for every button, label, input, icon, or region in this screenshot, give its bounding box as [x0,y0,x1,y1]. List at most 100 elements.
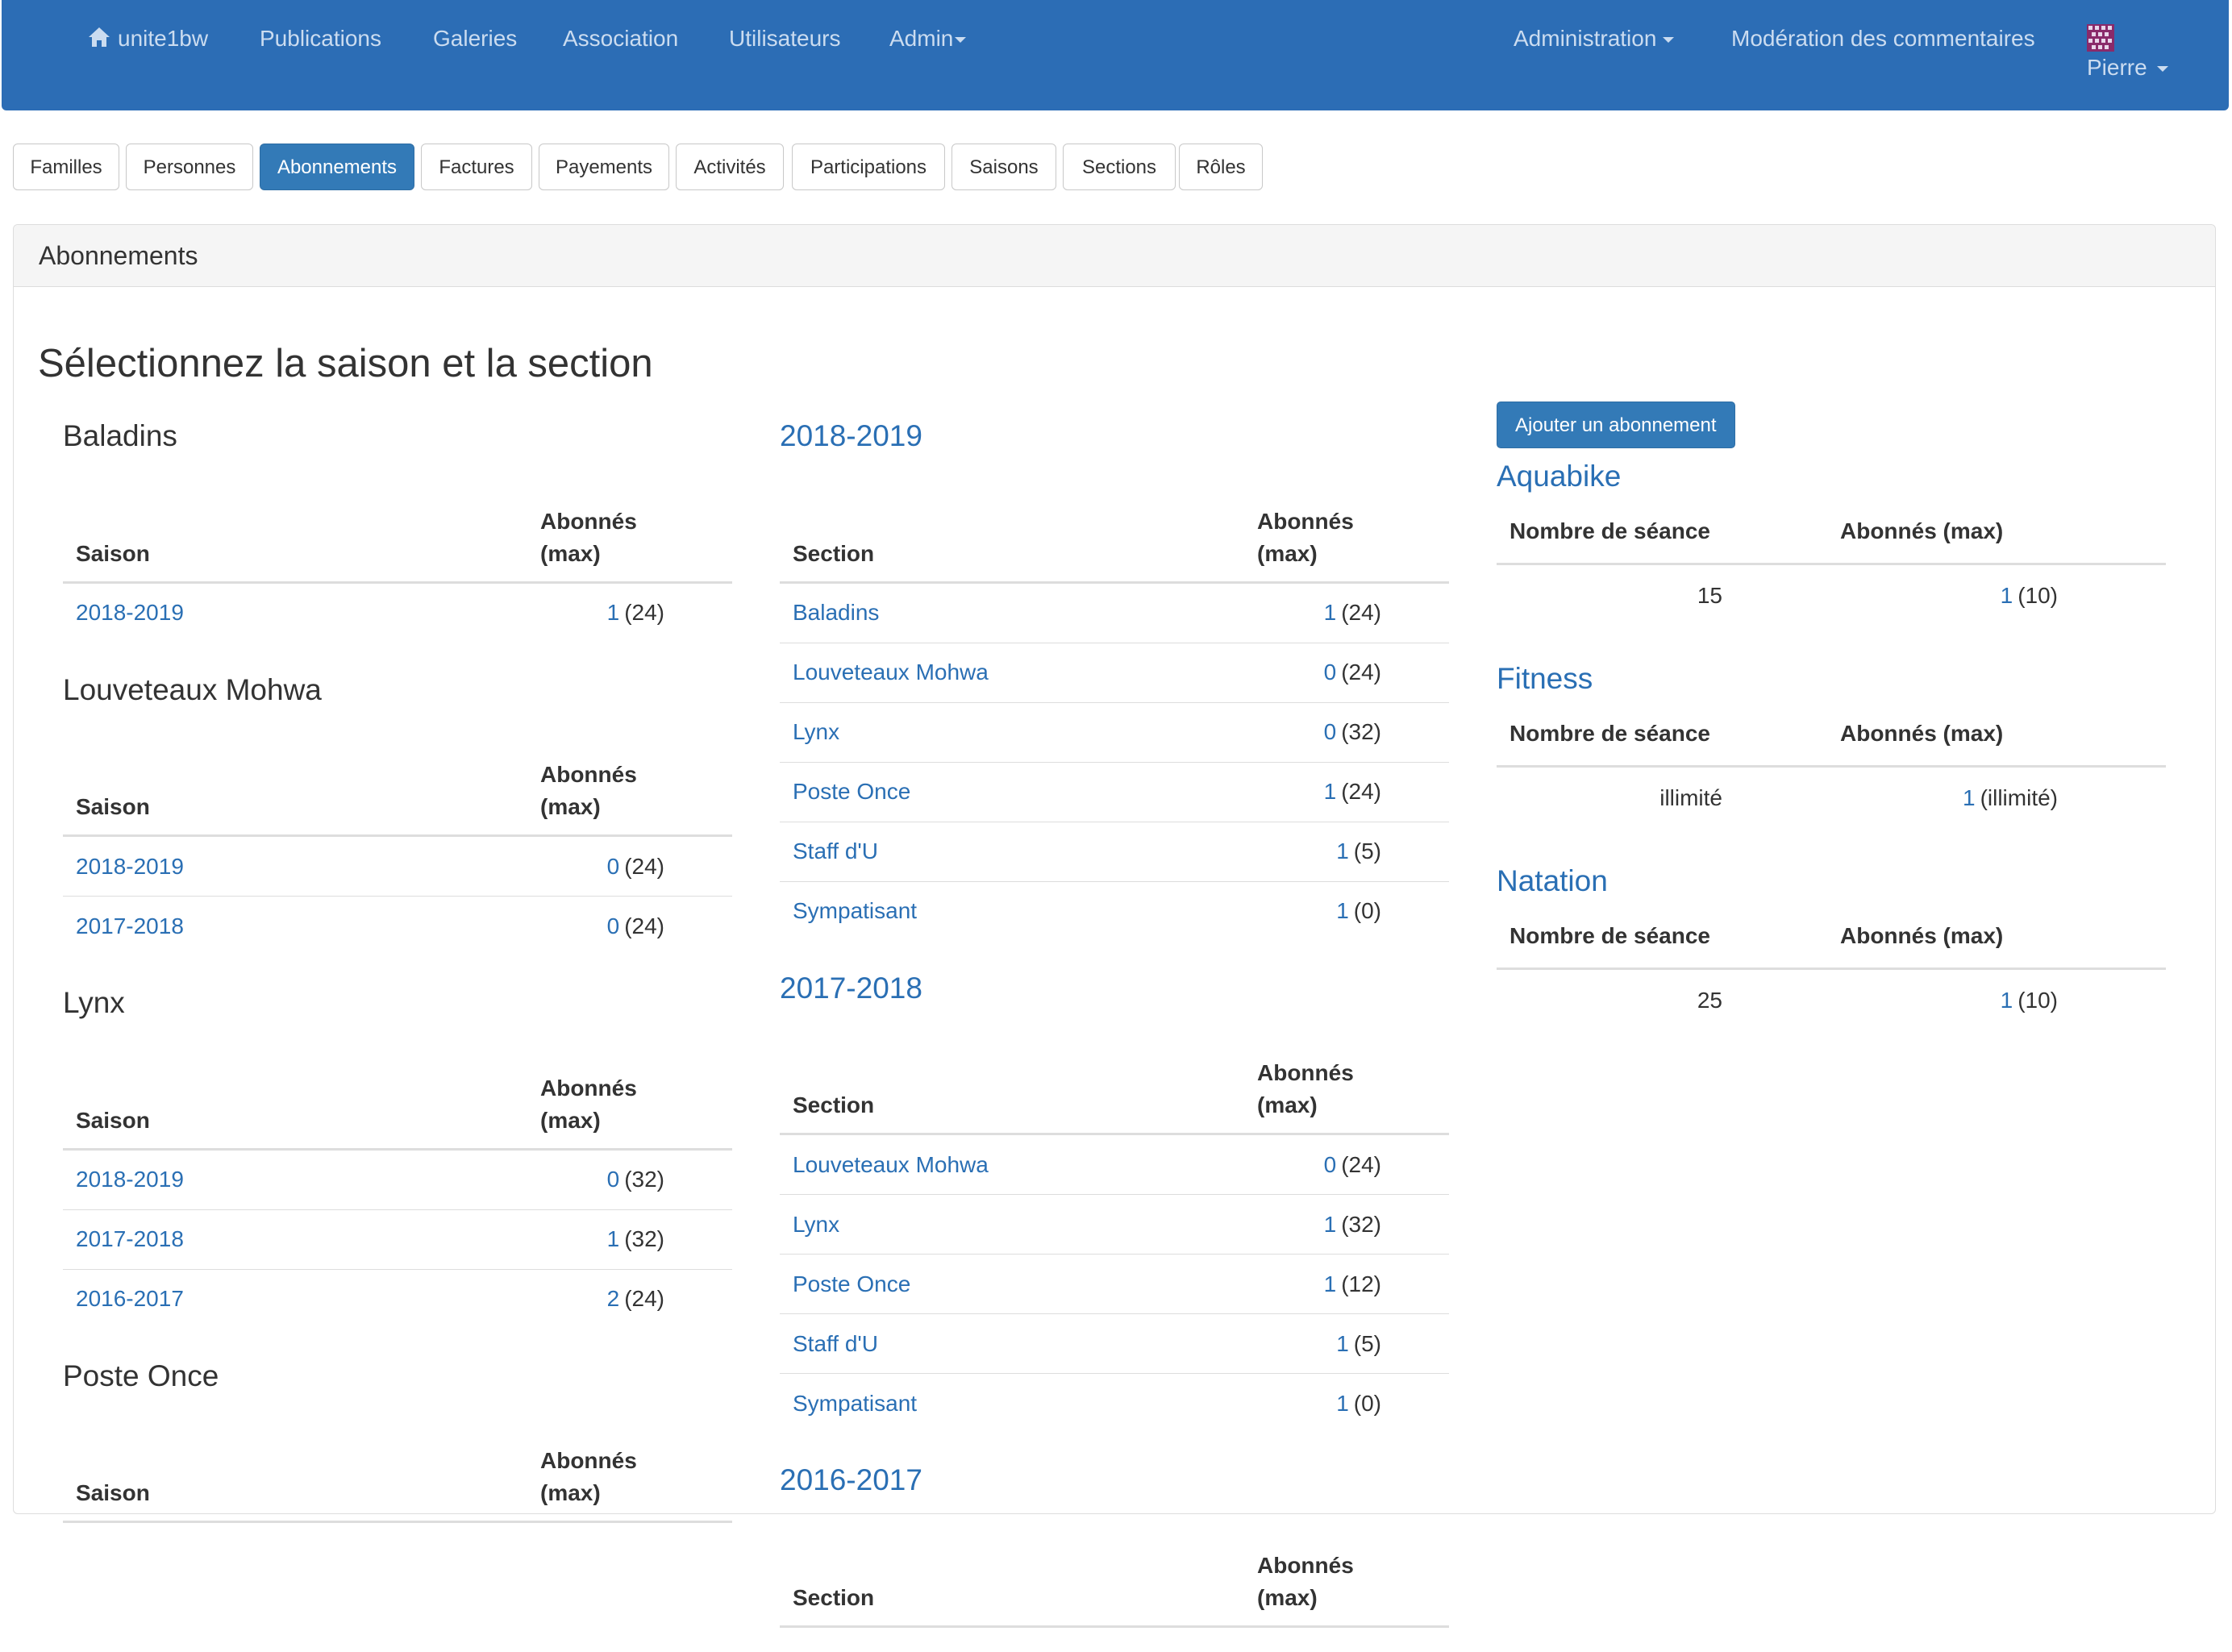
column-header-seances: Nombre de séance [1497,500,1827,565]
tab-sections[interactable]: Sections [1063,144,1176,190]
subscriber-max: (32) [624,1167,664,1192]
subscriber-count-link[interactable]: 0 [607,913,620,938]
row-label-link[interactable]: Staff d'U [793,838,878,863]
brand-link[interactable]: unite1bw [87,26,208,52]
subscriber-count-link[interactable]: 1 [607,600,620,625]
activity-title[interactable]: Natation [1497,858,2166,905]
row-label-link[interactable]: 2016-2017 [76,1286,184,1311]
tab-personnes[interactable]: Personnes [126,144,253,190]
subscriptions-table: Saison Abonnés (max) [63,1420,732,1523]
group-title[interactable]: 2016-2017 [780,1457,1449,1504]
subscriber-count-link[interactable]: 1 [1324,600,1337,625]
table-row: 2018-2019 0 (32) [63,1149,732,1210]
subscriber-count-link[interactable]: 1 [2001,988,2013,1013]
nav-utilisateurs[interactable]: Utilisateurs [729,26,840,52]
row-label-link[interactable]: Louveteaux Mohwa [793,660,989,685]
nav-user[interactable]: Pierre [2087,55,2168,81]
add-subscription-button[interactable]: Ajouter un abonnement [1497,402,1735,448]
subscriber-count-cell: 1 (0) [1244,1374,1449,1434]
tab-participations[interactable]: Participations [792,144,945,190]
avatar[interactable] [2087,24,2114,52]
nav-administration-label: Administration [1514,26,1657,51]
nav-moderation[interactable]: Modération des commentaires [1731,26,2035,52]
nav-admin[interactable]: Admin [889,26,967,52]
group-title: Poste Once [63,1359,219,1392]
subscriber-count-link[interactable]: 1 [1336,1331,1349,1356]
subscriber-count-cell: 1 (24) [527,582,732,643]
row-label-link[interactable]: Louveteaux Mohwa [793,1152,989,1177]
page-title: Sélectionnez la saison et la section [38,342,653,385]
subscriptions-table: Saison Abonnés (max) 2018-2019 0 (32) 2017-201… [63,1047,732,1329]
row-label-cell: Poste Once [780,762,1244,822]
subscriber-count-link[interactable]: 0 [1324,1152,1337,1177]
column-header-abonnes: Abonnés (max) [527,481,732,584]
row-label-link[interactable]: 2018-2019 [76,600,184,625]
activity-table: Nombre de séance Abonnés (max) 15 1 (10) [1497,500,2166,626]
nav-association[interactable]: Association [563,26,678,52]
nav-publications[interactable]: Publications [260,26,381,52]
tab-saisons[interactable]: Saisons [952,144,1056,190]
subscriber-count-link[interactable]: 1 [1963,785,1976,810]
subscriber-count-cell: 1 (10) [1827,564,2166,627]
subscriber-count-link[interactable]: 0 [1324,719,1337,744]
subscriber-count-cell: 1 (5) [1244,1313,1449,1374]
user-name: Pierre [2087,55,2147,80]
tab-abonnements[interactable]: Abonnements [260,144,414,190]
activity-title[interactable]: Aquabike [1497,453,2166,500]
subscriber-count-link[interactable]: 1 [607,1226,620,1251]
group-title[interactable]: 2017-2018 [780,965,1449,1012]
row-label-link[interactable]: 2017-2018 [76,1226,184,1251]
row-label-link[interactable]: Lynx [793,1212,839,1237]
tab-payements[interactable]: Payements [539,144,669,190]
row-label-link[interactable]: 2018-2019 [76,1167,184,1192]
subscriber-count-link[interactable]: 1 [1324,779,1337,804]
subscriber-count-link[interactable]: 0 [607,854,620,879]
subscriber-count-link[interactable]: 2 [607,1286,620,1311]
column-header-abonnes: Abonnés (max) [527,734,732,837]
subscriber-count-link[interactable]: 1 [2001,583,2013,608]
subscriber-count-link[interactable]: 1 [1336,898,1349,923]
nav-administration[interactable]: Administration [1514,26,1675,52]
table-header-row: Section Abonnés (max) [780,1032,1449,1135]
row-label-link[interactable]: Staff d'U [793,1331,878,1356]
column-header-abonnes: Abonnés (max) [1244,1032,1449,1135]
subscriber-max: (0) [1353,1390,1381,1416]
row-label-link[interactable]: Poste Once [793,1271,910,1296]
row-label-link[interactable]: Sympatisant [793,898,917,923]
row-label-cell: 2018-2019 [63,835,527,897]
subscriber-count-cell: 1 (illimité) [1827,767,2166,830]
caret-down-icon [955,37,967,44]
subscriber-count-link[interactable]: 0 [1324,660,1337,685]
group-title[interactable]: 2018-2019 [780,413,1449,460]
activity-title[interactable]: Fitness [1497,655,2166,702]
tab-activites[interactable]: Activités [676,144,784,190]
subscriber-count-cell: 2 (24) [527,1269,732,1329]
row-label-cell: Sympatisant [780,1374,1244,1434]
row-label-link[interactable]: Lynx [793,719,839,744]
subscriber-count-link[interactable]: 1 [1324,1271,1337,1296]
brand-label: unite1bw [118,26,209,51]
subscriber-count-link[interactable]: 1 [1324,1212,1337,1237]
row-label-link[interactable]: Sympatisant [793,1391,917,1416]
subscriber-count-link[interactable]: 0 [607,1167,620,1192]
row-label-link[interactable]: 2018-2019 [76,854,184,879]
row-label-cell: 2017-2018 [63,897,527,956]
tab-roles[interactable]: Rôles [1179,144,1263,190]
row-label-link[interactable]: Baladins [793,600,879,625]
subscriber-count-cell: 0 (24) [527,835,732,897]
subscriber-count-link[interactable]: 1 [1336,1391,1349,1416]
row-label-cell: 2016-2017 [63,1269,527,1329]
by-season-column: 2018-2019 Section Abonnés (max) Baladins 1 (24… [780,413,1449,1652]
column-header-abonnes: Abonnés (max) [1244,481,1449,584]
table-header-row: Saison Abonnés (max) [63,1420,732,1523]
tab-factures[interactable]: Factures [421,144,532,190]
column-header-line: (max) [1257,1092,1318,1117]
column-header-line: Abonnés [540,508,637,534]
row-label-link[interactable]: Poste Once [793,779,910,804]
table-row: 2017-2018 1 (32) [63,1209,732,1270]
nav-galeries[interactable]: Galeries [433,26,517,52]
row-label-link[interactable]: 2017-2018 [76,913,184,938]
column-header-line: Abonnés [540,762,637,787]
tab-familles[interactable]: Familles [13,144,119,190]
subscriber-count-link[interactable]: 1 [1336,838,1349,863]
